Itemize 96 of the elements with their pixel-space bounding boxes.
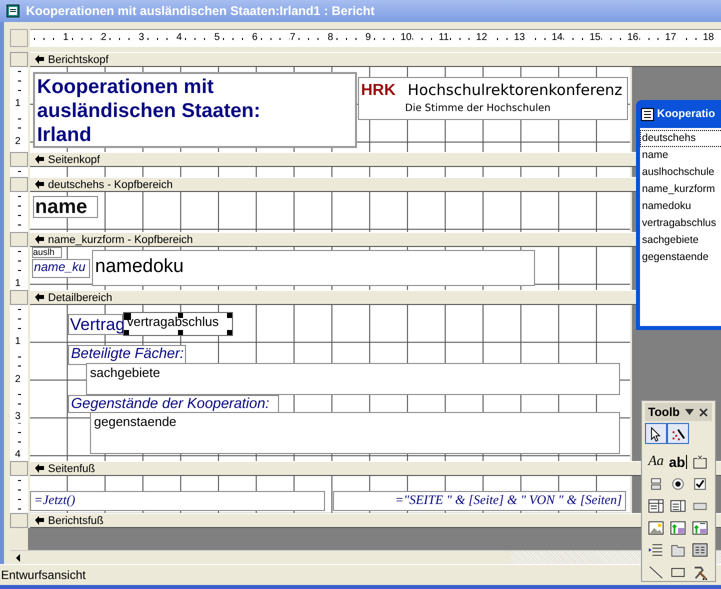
- bound-object-icon: [692, 520, 708, 536]
- section-title: Seitenfuß: [48, 462, 96, 474]
- vertical-ruler: [10, 167, 28, 177]
- ruler-number: 12: [475, 32, 488, 43]
- ruler-number: 4: [15, 449, 21, 462]
- ruler-number: 1: [15, 336, 21, 348]
- field-box[interactable]: gegenstaende: [90, 412, 620, 454]
- ruler-number: 13: [512, 32, 526, 43]
- field-box[interactable]: namedoku: [92, 250, 535, 286]
- section-title: Berichtsfuß: [48, 514, 104, 526]
- vertical-ruler: [10, 192, 28, 232]
- field-list-item[interactable]: deutschehs: [640, 130, 721, 147]
- toolbox-title: Toolb: [648, 405, 680, 419]
- ruler-number: 9: [364, 32, 372, 43]
- toolbox-button[interactable]: [667, 423, 689, 444]
- ruler-number: 5: [213, 32, 221, 43]
- window-title: Kooperationen mit ausländischen Staaten:Irland1 : Bericht: [26, 4, 375, 18]
- scroll-left-icon[interactable]: [14, 554, 22, 562]
- subform-icon: [692, 542, 708, 558]
- unbound-object-icon: [670, 520, 686, 536]
- ruler-number: 4: [175, 32, 183, 43]
- logo-tagline: Die Stimme der Hochschulen: [405, 103, 552, 115]
- list-icon: [641, 108, 654, 120]
- combo-icon: [648, 498, 664, 514]
- section-marker-icon: [34, 516, 45, 525]
- section-marker-icon: [34, 235, 45, 244]
- ruler-number: 1: [15, 278, 21, 290]
- option-group-icon: [692, 454, 708, 470]
- page-break-icon: [648, 542, 664, 558]
- caption-label[interactable]: Beteiligte Fächer:: [68, 345, 186, 365]
- ruler-number: 2: [15, 136, 21, 148]
- ruler-number: 11: [438, 32, 450, 43]
- ruler-number: 2: [15, 374, 21, 386]
- ruler-number: 8: [326, 32, 334, 43]
- status-text: Entwurfsansicht: [1, 568, 86, 582]
- section-marker-icon: [34, 180, 45, 189]
- toggle-icon: [648, 476, 664, 492]
- field-box[interactable]: name: [33, 196, 98, 218]
- section-marker-icon: [34, 293, 45, 302]
- line-icon: [648, 564, 664, 580]
- ruler-number: 14: [550, 32, 564, 43]
- ruler-number: 3: [138, 32, 146, 43]
- section-marker-icon: [34, 464, 45, 473]
- section-title: name_kurzform - Kopfbereich: [48, 234, 193, 246]
- section-marker-icon: [34, 55, 45, 64]
- field-list-item[interactable]: name_kurzform: [640, 181, 721, 198]
- ruler-number: 10: [399, 32, 413, 43]
- field-box[interactable]: vertragabschlus: [123, 312, 233, 336]
- section-title: deutschehs - Kopfbereich: [48, 178, 173, 190]
- ruler-number: 17: [664, 32, 678, 43]
- field-list-item[interactable]: name: [640, 147, 721, 164]
- ruler-number: 3: [15, 411, 21, 424]
- listbox-icon: [670, 498, 686, 514]
- field-box[interactable]: sachgebiete: [86, 363, 620, 395]
- field-list-title: Kooperatio: [657, 108, 716, 120]
- field-list-item[interactable]: namedoku: [640, 198, 721, 215]
- logo-image[interactable]: HRK Hochschulrektorenkonferenz Die Stimme der Hochschulen: [358, 77, 628, 120]
- section-bar[interactable]: name_kurzform - Kopfbereich: [30, 232, 636, 247]
- field-box[interactable]: auslh: [32, 247, 62, 258]
- ruler-number: 16: [626, 32, 640, 43]
- ruler-number: 1: [62, 32, 70, 43]
- section-title: Detailbereich: [48, 292, 112, 304]
- image-icon: [648, 520, 664, 536]
- field-list-item[interactable]: auslhochschule: [640, 164, 721, 181]
- section-title: Berichtskopf: [48, 54, 109, 66]
- section-bar[interactable]: Seitenkopf: [30, 152, 636, 167]
- report-icon: [6, 4, 20, 18]
- ruler-number: 15: [588, 32, 602, 43]
- ruler-number: 2: [100, 32, 108, 43]
- ruler-number: 6: [251, 32, 259, 43]
- report-title[interactable]: Kooperationen mit ausländischen Staaten: Irland: [33, 72, 357, 148]
- dropdown-arrow-icon[interactable]: [684, 409, 694, 415]
- section-bar[interactable]: Berichtskopf: [30, 52, 721, 67]
- formula-field[interactable]: ="SEITE " & [Seite] & " VON " & [Seiten]: [333, 491, 626, 511]
- section-bar[interactable]: Detailbereich: [30, 290, 636, 305]
- section-title: Seitenkopf: [48, 154, 100, 166]
- toolbox-button[interactable]: [645, 423, 667, 444]
- ruler-number: 18: [702, 32, 715, 43]
- ruler-number: 1: [15, 98, 21, 110]
- field-list-item[interactable]: gegenstaende: [640, 249, 721, 266]
- caption-label[interactable]: Gegenstände der Kooperation:: [68, 395, 279, 413]
- caption-label[interactable]: Vertrag: [68, 314, 123, 335]
- ruler-number: 7: [288, 32, 296, 43]
- more-icon: [692, 564, 708, 580]
- vertical-ruler: [10, 476, 28, 513]
- checkbox-icon: [692, 476, 708, 492]
- logo-mark: HRK: [361, 82, 396, 100]
- radio-icon: [670, 476, 686, 492]
- formula-field[interactable]: =Jetzt(): [30, 491, 325, 511]
- section-bar[interactable]: deutschehs - Kopfbereich: [30, 177, 636, 192]
- field-list-item[interactable]: vertragabschlus: [640, 215, 721, 232]
- field-list-item[interactable]: sachgebiete: [640, 232, 721, 249]
- caption-label[interactable]: name_ku: [32, 259, 90, 278]
- close-icon[interactable]: [698, 408, 708, 416]
- logo-name: Hochschulrektorenkonferenz: [408, 82, 622, 100]
- section-marker-icon: [34, 155, 45, 164]
